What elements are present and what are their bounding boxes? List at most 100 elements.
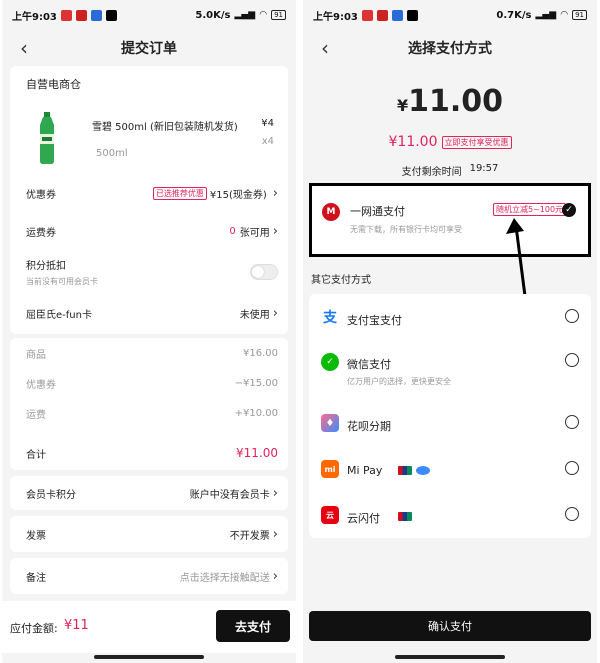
mi-pay-icon: mi <box>321 460 339 478</box>
total-value: ¥11.00 <box>236 446 278 460</box>
summary-row: 商品 ¥16.00 <box>26 344 278 362</box>
pay-amount: 11.00 <box>408 84 504 119</box>
summary-label: 优惠券 <box>26 379 56 391</box>
payable-value: ¥11 <box>64 618 89 633</box>
page-title: 选择支付方式 <box>408 41 492 57</box>
status-time: 上午9:03 <box>313 11 358 23</box>
battery-icon: 91 <box>572 10 587 20</box>
countdown-value: 19:57 <box>469 163 499 174</box>
unionpay-card-icon <box>398 466 412 475</box>
alipay-icon: 支 <box>321 308 339 326</box>
coupon-tag: 已选推荐优惠 <box>152 186 207 200</box>
payment-method-name: 微信支付 <box>347 358 391 371</box>
store-name: 自营电商仓 <box>26 78 81 91</box>
unionpay-card-icon <box>398 512 412 521</box>
payment-method-huabei[interactable]: ♦ 花呗分期 <box>309 408 591 438</box>
invoice-card[interactable]: 发票 不开发票 › <box>10 516 288 552</box>
shipping-coupon-row[interactable]: 运费券 0 张可用 › <box>26 222 278 240</box>
coupon-label: 优惠券 <box>26 189 56 201</box>
payment-method-yunshanfu[interactable]: 云 云闪付 <box>309 500 591 530</box>
coupon-row[interactable]: 优惠券 已选推荐优惠 ¥15(现金券) › <box>26 184 278 202</box>
product-spec: 500ml <box>96 148 128 159</box>
signal-icon: ▂▄▆ <box>535 10 557 20</box>
status-bar: 上午9:03 0.7K/s ▂▄▆ ◠ 91 <box>303 0 597 30</box>
cloud-card-icon <box>416 466 430 475</box>
net-speed: 5.0K/s <box>195 9 231 21</box>
payment-radio[interactable] <box>565 415 579 429</box>
coupon-value: ¥15(现金券) <box>209 189 267 201</box>
payment-method-desc: 亿万用户的选择，更快更安全 <box>347 377 451 386</box>
page-title: 提交订单 <box>121 41 177 57</box>
remark-label: 备注 <box>26 572 46 584</box>
countdown-label: 支付剩余时间 <box>401 167 462 178</box>
promo-tag: 立即支付享受优惠 <box>441 135 512 149</box>
total-label: 合计 <box>26 449 46 461</box>
points-toggle[interactable] <box>250 264 278 280</box>
summary-label: 运费 <box>26 409 46 421</box>
shipping-coupon-label: 运费券 <box>26 227 56 239</box>
chevron-right-icon: › <box>272 305 278 321</box>
total-row: 合计 ¥11.00 <box>26 444 278 462</box>
price-summary-card: 商品 ¥16.00 优惠券 −¥15.00 运费 +¥10.00 合计 ¥11.… <box>10 338 288 470</box>
wifi-icon: ◠ <box>560 10 569 20</box>
invoice-label: 发票 <box>26 530 46 542</box>
payment-method-name: 支付宝支付 <box>347 314 402 327</box>
summary-value: −¥15.00 <box>234 377 278 389</box>
app-notification-icon <box>391 9 403 21</box>
product-quantity: x4 <box>261 136 274 147</box>
summary-value: +¥10.00 <box>234 407 278 419</box>
payment-method-name: Mi Pay <box>347 464 383 477</box>
app-notification-icon <box>60 9 72 21</box>
chevron-right-icon: › <box>272 223 278 239</box>
member-points-value: 账户中没有会员卡 <box>189 489 270 501</box>
wechat-pay-icon: ✓ <box>321 353 339 371</box>
confirm-pay-button[interactable]: 确认支付 <box>309 611 591 641</box>
promo-line: ¥11.00 立即支付享受优惠 <box>303 134 597 150</box>
amount-display: ¥11.00 <box>303 84 597 119</box>
countdown-line: 支付剩余时间 19:57 <box>303 163 597 178</box>
points-hint: 当前没有可用会员卡 <box>26 277 98 286</box>
summary-label: 商品 <box>26 349 46 361</box>
product-item[interactable]: 雪碧 500ml (新旧包装随机发货) 500ml ¥4 x4 <box>26 110 278 170</box>
summary-row: 优惠券 −¥15.00 <box>26 374 278 392</box>
back-icon[interactable]: ‹ <box>14 36 34 60</box>
highlight-payment-option[interactable]: M 一网通支付 随机立减5~100元 无需下载，所有银行卡均可享受 ✓ <box>309 183 591 297</box>
payment-method-name: 花呗分期 <box>347 420 391 433</box>
status-time: 上午9:03 <box>12 11 57 23</box>
go-pay-button[interactable]: 去支付 <box>216 610 290 642</box>
signal-icon: ▂▄▆ <box>234 10 256 20</box>
payment-radio[interactable] <box>565 353 579 367</box>
home-indicator <box>395 655 505 659</box>
chevron-right-icon: › <box>272 526 278 542</box>
payment-method-alipay[interactable]: 支 支付宝支付 <box>309 302 591 332</box>
payment-radio[interactable] <box>565 309 579 323</box>
payable-label: 应付金额: <box>10 622 58 635</box>
member-points-card[interactable]: 会员卡积分 账户中没有会员卡 › <box>10 476 288 510</box>
nav-bar: ‹ 选择支付方式 <box>303 30 597 66</box>
checkout-bar: 应付金额: ¥11 去支付 <box>2 601 296 653</box>
payment-radio[interactable] <box>565 507 579 521</box>
payment-method-wechat[interactable]: ✓ 微信支付 亿万用户的选择，更快更安全 <box>309 346 591 386</box>
tiktok-icon <box>406 9 418 21</box>
payment-methods-list: 支 支付宝支付 ✓ 微信支付 亿万用户的选择，更快更安全 ♦ 花呗分期 mi M… <box>309 294 591 538</box>
nav-bar: ‹ 提交订单 <box>2 30 296 66</box>
product-price: ¥4 <box>261 118 274 129</box>
payment-radio[interactable] <box>565 461 579 475</box>
efun-card-label: 屈臣氏e-fun卡 <box>26 309 92 321</box>
product-name: 雪碧 500ml (新旧包装随机发货) <box>92 122 238 133</box>
currency-symbol: ¥ <box>396 96 409 115</box>
remark-value: 点击选择无接触配送 <box>179 572 270 584</box>
remark-card[interactable]: 备注 点击选择无接触配送 › <box>10 558 288 594</box>
net-speed: 0.7K/s <box>496 9 532 21</box>
shipping-coupon-count: 0 <box>229 225 236 237</box>
app-notification-icon <box>376 9 388 21</box>
payment-method-mi-pay[interactable]: mi Mi Pay <box>309 454 591 484</box>
efun-card-row[interactable]: 屈臣氏e-fun卡 未使用 › <box>26 304 278 322</box>
member-points-label: 会员卡积分 <box>26 489 76 501</box>
status-bar: 上午9:03 5.0K/s ▂▄▆ ◠ 91 <box>2 0 296 30</box>
payment-screen: 上午9:03 0.7K/s ▂▄▆ ◠ 91 ‹ 选择支付方式 ¥11.00 ¥… <box>303 0 597 663</box>
sub-amount: ¥11.00 <box>388 134 438 150</box>
selected-check-icon[interactable]: ✓ <box>562 203 576 217</box>
back-icon[interactable]: ‹ <box>315 36 335 60</box>
app-notification-icon <box>90 9 102 21</box>
